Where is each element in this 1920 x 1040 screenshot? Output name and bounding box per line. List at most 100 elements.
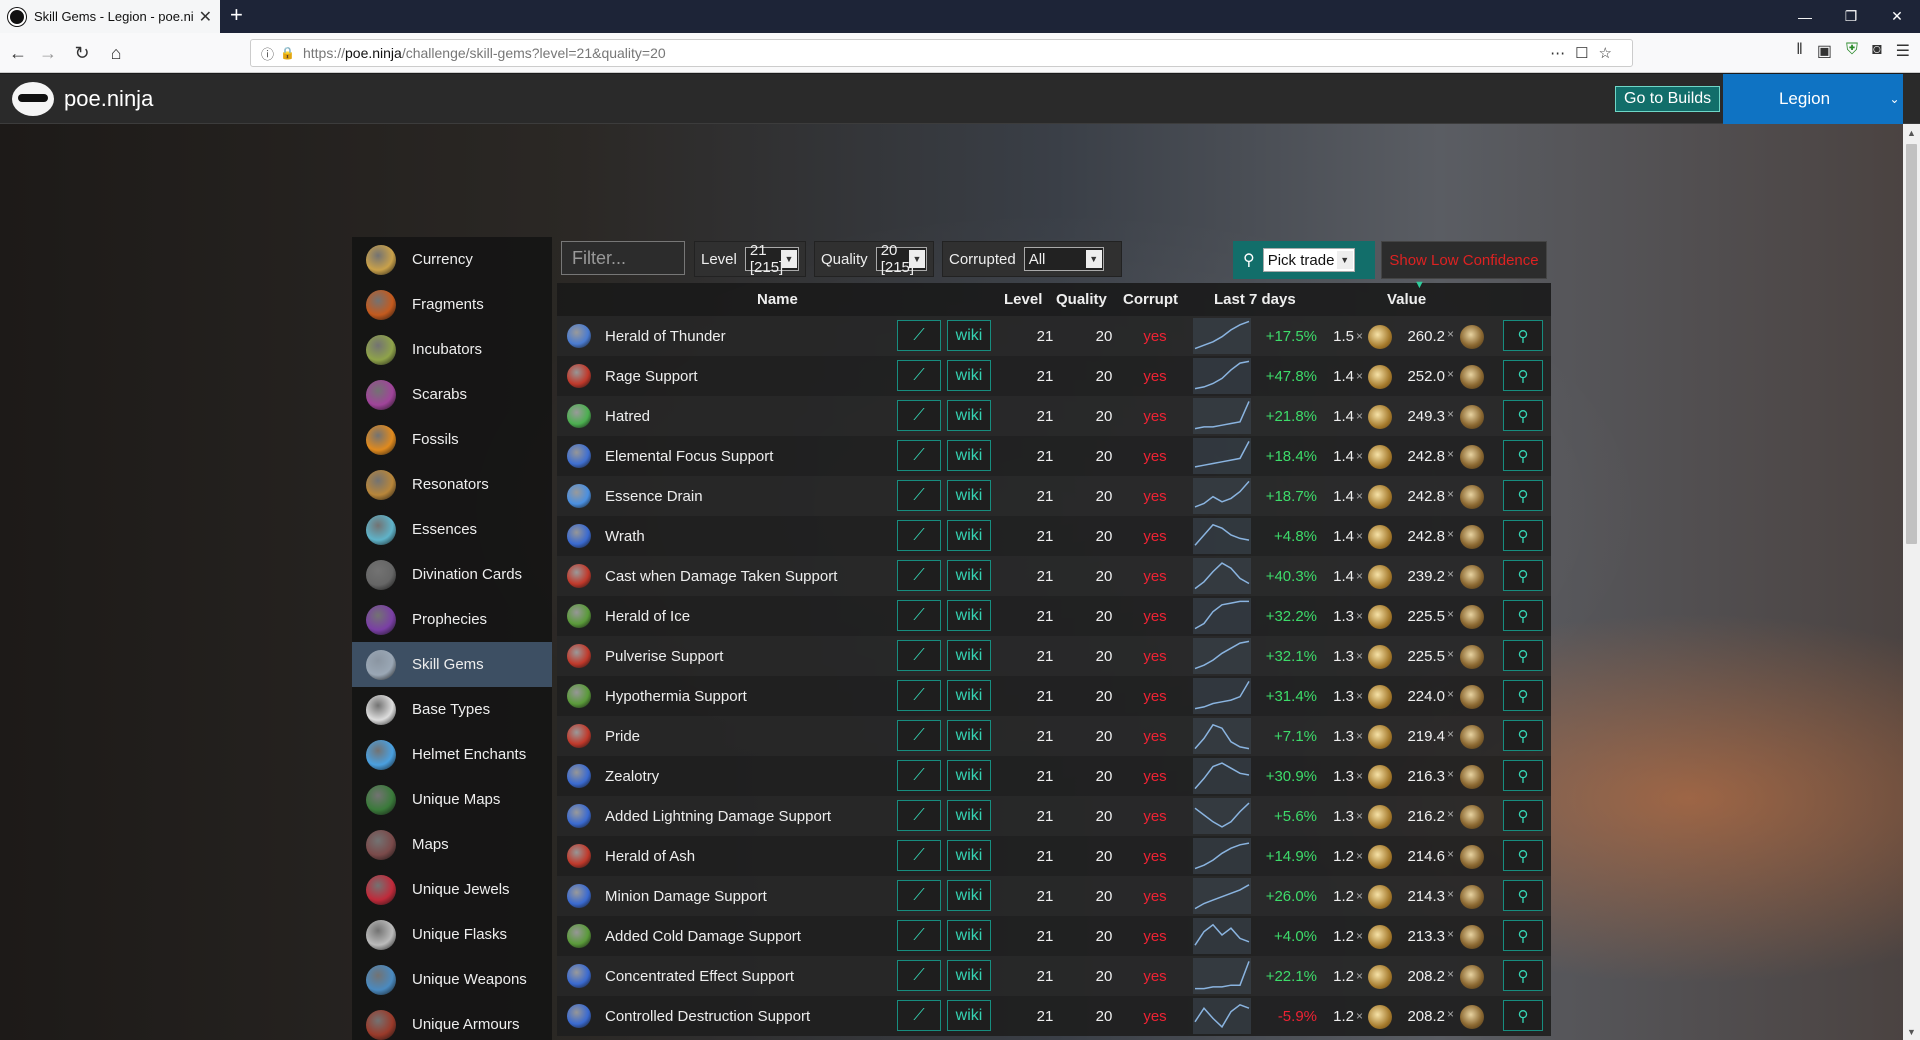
gem-name[interactable]: Added Cold Damage Support <box>605 916 801 956</box>
forward-icon[interactable]: → <box>36 41 60 65</box>
gem-name[interactable]: Pride <box>605 716 640 756</box>
sidebar-item-skill-gems[interactable]: Skill Gems <box>352 642 552 687</box>
quality-select[interactable]: 20 [215] ▼ <box>875 242 927 276</box>
page-actions-icon[interactable]: ⋯☐☆ <box>1550 44 1622 62</box>
gem-name[interactable]: Herald of Thunder <box>605 316 726 356</box>
sidebar-item-unique-maps[interactable]: Unique Maps <box>352 777 552 822</box>
chart-icon[interactable]: ⟋ <box>897 600 941 631</box>
wiki-button[interactable]: wiki <box>947 360 991 391</box>
chart-icon[interactable]: ⟋ <box>897 360 941 391</box>
scrollbar-thumb[interactable] <box>1906 144 1917 544</box>
corrupted-select[interactable]: All ▼ <box>1023 247 1104 271</box>
ninja-logo-icon[interactable] <box>12 82 54 116</box>
sidebar-item-divination-cards[interactable]: Divination Cards <box>352 552 552 597</box>
trade-search-icon[interactable]: ⚲ <box>1503 640 1543 671</box>
wiki-button[interactable]: wiki <box>947 440 991 471</box>
chart-icon[interactable]: ⟋ <box>897 400 941 431</box>
account-icon[interactable]: ◙ <box>1872 41 1882 61</box>
page-scrollbar[interactable]: ▲ ▼ <box>1903 124 1920 1040</box>
sidebar-item-incubators[interactable]: Incubators <box>352 327 552 372</box>
chart-icon[interactable]: ⟋ <box>897 760 941 791</box>
sidebar-icon[interactable]: ▣ <box>1817 41 1832 61</box>
trade-search-icon[interactable]: ⚲ <box>1503 680 1543 711</box>
tab-close-icon[interactable]: ✕ <box>199 7 212 27</box>
trade-search-icon[interactable]: ⚲ <box>1503 560 1543 591</box>
trade-search-icon[interactable]: ⚲ <box>1503 960 1543 991</box>
sidebar-item-essences[interactable]: Essences <box>352 507 552 552</box>
header-value[interactable]: Value <box>1387 291 1426 308</box>
header-quality[interactable]: Quality <box>1056 291 1107 308</box>
level-select[interactable]: 21 [215] ▼ <box>744 242 799 276</box>
lock-warning-icon[interactable]: 🔒 <box>280 46 295 60</box>
sidebar-item-resonators[interactable]: Resonators <box>352 462 552 507</box>
trade-search-icon[interactable]: ⚲ <box>1503 840 1543 871</box>
chart-icon[interactable]: ⟋ <box>897 440 941 471</box>
wiki-button[interactable]: wiki <box>947 560 991 591</box>
chart-icon[interactable]: ⟋ <box>897 880 941 911</box>
show-low-confidence-button[interactable]: Show Low Confidence <box>1381 241 1547 279</box>
trade-search-icon[interactable]: ⚲ <box>1503 720 1543 751</box>
url-bar[interactable]: ⓘ 🔒 https://poe.ninja/challenge/skill-ge… <box>250 39 1633 67</box>
trade-search-icon[interactable]: ⚲ <box>1503 600 1543 631</box>
trade-search-icon[interactable]: ⚲ <box>1503 440 1543 471</box>
wiki-button[interactable]: wiki <box>947 600 991 631</box>
sidebar-item-unique-jewels[interactable]: Unique Jewels <box>352 867 552 912</box>
browser-tab[interactable]: Skill Gems - Legion - poe.ninj ✕ <box>0 0 220 33</box>
brand-name[interactable]: poe.ninja <box>64 86 153 112</box>
new-tab-icon[interactable]: + <box>230 2 243 28</box>
wiki-button[interactable]: wiki <box>947 320 991 351</box>
sidebar-item-unique-flasks[interactable]: Unique Flasks <box>352 912 552 957</box>
extension-shield-icon[interactable]: ⛨ <box>1846 41 1858 61</box>
header-last-7-days[interactable]: Last 7 days <box>1214 291 1296 308</box>
menu-icon[interactable]: ☰ <box>1896 41 1910 61</box>
gem-name[interactable]: Added Lightning Damage Support <box>605 796 831 836</box>
chart-icon[interactable]: ⟋ <box>897 720 941 751</box>
chart-icon[interactable]: ⟋ <box>897 680 941 711</box>
gem-name[interactable]: Controlled Destruction Support <box>605 996 810 1036</box>
scroll-down-icon[interactable]: ▼ <box>1903 1023 1920 1040</box>
gem-name[interactable]: Minion Damage Support <box>605 876 767 916</box>
trade-search-icon[interactable]: ⚲ <box>1503 920 1543 951</box>
wiki-button[interactable]: wiki <box>947 400 991 431</box>
wiki-button[interactable]: wiki <box>947 880 991 911</box>
gem-name[interactable]: Essence Drain <box>605 476 703 516</box>
sidebar-item-prophecies[interactable]: Prophecies <box>352 597 552 642</box>
wiki-button[interactable]: wiki <box>947 720 991 751</box>
chart-icon[interactable]: ⟋ <box>897 920 941 951</box>
wiki-button[interactable]: wiki <box>947 960 991 991</box>
trade-select[interactable]: Pick trade ▼ <box>1262 248 1355 272</box>
sidebar-item-helmet-enchants[interactable]: Helmet Enchants <box>352 732 552 777</box>
wiki-button[interactable]: wiki <box>947 840 991 871</box>
trade-search-icon[interactable]: ⚲ <box>1503 480 1543 511</box>
trade-search-icon[interactable]: ⚲ <box>1503 800 1543 831</box>
back-icon[interactable]: ← <box>6 41 30 65</box>
gem-name[interactable]: Pulverise Support <box>605 636 723 676</box>
gem-name[interactable]: Elemental Focus Support <box>605 436 773 476</box>
go-to-builds-button[interactable]: Go to Builds <box>1615 86 1721 112</box>
league-chevron-down-icon[interactable]: ⌄ <box>1886 74 1903 124</box>
chart-icon[interactable]: ⟋ <box>897 800 941 831</box>
restore-icon[interactable]: ❐ <box>1828 0 1874 33</box>
chart-icon[interactable]: ⟋ <box>897 320 941 351</box>
trade-search-icon[interactable]: ⚲ <box>1503 1000 1543 1031</box>
wiki-button[interactable]: wiki <box>947 520 991 551</box>
sidebar-item-currency[interactable]: Currency <box>352 237 552 282</box>
wiki-button[interactable]: wiki <box>947 1000 991 1031</box>
sidebar-item-base-types[interactable]: Base Types <box>352 687 552 732</box>
trade-search-icon[interactable]: ⚲ <box>1503 320 1543 351</box>
library-icon[interactable]: ‖ <box>1796 41 1803 61</box>
gem-name[interactable]: Herald of Ash <box>605 836 695 876</box>
gem-name[interactable]: Hatred <box>605 396 650 436</box>
gem-name[interactable]: Hypothermia Support <box>605 676 747 716</box>
wiki-button[interactable]: wiki <box>947 640 991 671</box>
wiki-button[interactable]: wiki <box>947 760 991 791</box>
trade-search-icon[interactable]: ⚲ <box>1503 360 1543 391</box>
sidebar-item-fragments[interactable]: Fragments <box>352 282 552 327</box>
header-level[interactable]: Level <box>1004 291 1042 308</box>
sidebar-item-unique-armours[interactable]: Unique Armours <box>352 1002 552 1040</box>
gem-name[interactable]: Zealotry <box>605 756 659 796</box>
trade-search-icon[interactable]: ⚲ <box>1503 880 1543 911</box>
wiki-button[interactable]: wiki <box>947 480 991 511</box>
filter-input[interactable]: Filter... <box>561 241 685 275</box>
close-window-icon[interactable]: ✕ <box>1874 0 1920 33</box>
